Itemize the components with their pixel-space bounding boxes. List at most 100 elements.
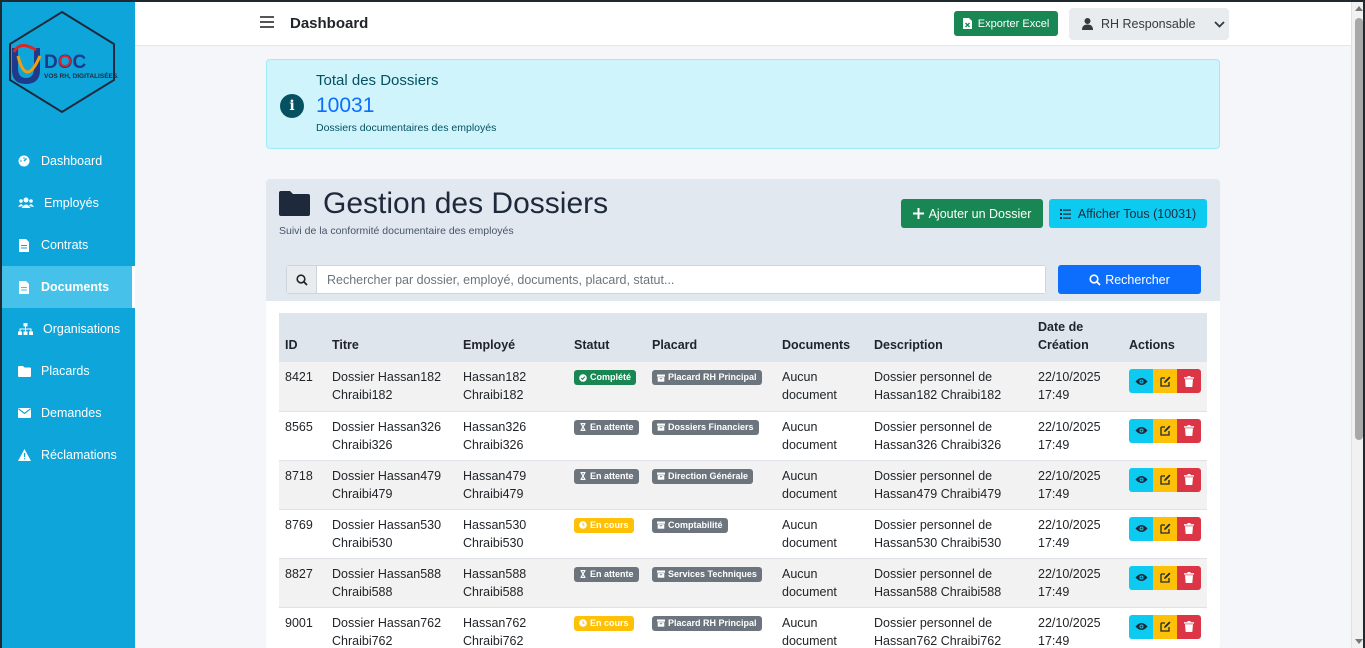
add-dossier-button[interactable]: Ajouter un Dossier xyxy=(901,199,1043,228)
cell-description: Dossier personnel de Hassan479 Chraibi47… xyxy=(868,460,1032,510)
edit-button[interactable] xyxy=(1153,516,1177,541)
show-all-button[interactable]: Afficher Tous (10031) xyxy=(1049,199,1207,228)
card-header: Gestion des Dossiers Suivi de la conform… xyxy=(266,179,1220,301)
export-excel-button[interactable]: Exporter Excel xyxy=(954,11,1058,36)
column-header-employe[interactable]: Employé xyxy=(457,313,568,362)
trash-icon xyxy=(1184,474,1194,485)
edit-button[interactable] xyxy=(1153,467,1177,492)
placard-badge: Placard RH Principal xyxy=(652,615,762,631)
dossiers-table: ID Titre Employé Statut Placard Document… xyxy=(279,313,1207,648)
archive-icon xyxy=(657,374,665,382)
placard-label: Direction Générale xyxy=(668,470,749,481)
page-scrollbar[interactable] xyxy=(1351,2,1365,648)
scroll-up-arrow-icon[interactable] xyxy=(1355,6,1363,11)
envelope-icon xyxy=(17,406,31,420)
delete-button[interactable] xyxy=(1177,614,1201,639)
cell-date-creation: 22/10/2025 17:49 xyxy=(1032,460,1123,510)
sidebar-item-contrats[interactable]: Contrats xyxy=(0,224,135,266)
view-button[interactable] xyxy=(1129,418,1153,443)
column-header-description[interactable]: Description xyxy=(868,313,1032,362)
edit-button[interactable] xyxy=(1153,614,1177,639)
sidebar-item-placards[interactable]: Placards xyxy=(0,350,135,392)
archive-icon xyxy=(657,619,665,627)
cell-placard: Dossiers Financiers xyxy=(646,411,776,461)
cell-id: 8565 xyxy=(279,411,326,461)
eye-icon xyxy=(1135,377,1147,385)
edit-icon xyxy=(1159,474,1170,485)
cell-documents: Aucun document xyxy=(776,509,868,559)
table-row[interactable]: 8827 Dossier Hassan588 Chraibi588 Hassan58… xyxy=(279,558,1207,608)
delete-button[interactable] xyxy=(1177,516,1201,541)
cell-actions xyxy=(1123,607,1207,648)
total-dossiers-count: 10031 xyxy=(316,94,375,117)
archive-icon xyxy=(657,521,665,529)
cell-placard: Placard RH Principal xyxy=(646,362,776,412)
action-group xyxy=(1129,369,1201,393)
status-success-icon xyxy=(579,373,587,382)
scroll-down-arrow-icon[interactable] xyxy=(1355,639,1363,644)
cell-id: 8718 xyxy=(279,460,326,510)
view-button[interactable] xyxy=(1129,565,1153,590)
delete-button[interactable] xyxy=(1177,418,1201,443)
hamburger-menu-icon[interactable] xyxy=(260,16,274,28)
cell-employe: Hassan479 Chraibi479 xyxy=(457,460,568,510)
scrollbar-thumb[interactable] xyxy=(1355,18,1363,440)
column-header-placard[interactable]: Placard xyxy=(646,313,776,362)
logo-tagline: VOS RH, DIGITALISÉES. xyxy=(44,71,118,80)
edit-icon xyxy=(1159,376,1170,387)
table-row[interactable]: 9001 Dossier Hassan762 Chraibi762 Hassan76… xyxy=(279,607,1207,648)
eye-icon xyxy=(1135,525,1147,532)
sidebar-nav: Dashboard Employés Contrats Documents Or… xyxy=(0,140,135,476)
cell-titre: Dossier Hassan530 Chraibi530 xyxy=(326,509,457,559)
export-excel-label: Exporter Excel xyxy=(977,17,1050,30)
sitemap-icon xyxy=(17,322,33,336)
cell-documents: Aucun document xyxy=(776,460,868,510)
column-header-date-creation[interactable]: Date de Création xyxy=(1032,313,1123,362)
placard-badge: Direction Générale xyxy=(652,468,754,484)
sidebar-item-demandes[interactable]: Demandes xyxy=(0,392,135,434)
status-badge: En cours xyxy=(574,517,634,533)
search-button[interactable]: Rechercher xyxy=(1058,265,1201,294)
view-button[interactable] xyxy=(1129,369,1153,393)
sidebar-item-organisations[interactable]: Organisations xyxy=(0,308,135,350)
cell-id: 8421 xyxy=(279,362,326,412)
column-header-statut[interactable]: Statut xyxy=(568,313,646,362)
status-label: En attente xyxy=(590,421,634,432)
column-header-id[interactable]: ID xyxy=(279,313,326,362)
sidebar: DOC VOS RH, DIGITALISÉES. Dashboard Empl… xyxy=(0,0,135,648)
cell-description: Dossier personnel de Hassan762 Chraibi76… xyxy=(868,607,1032,648)
edit-button[interactable] xyxy=(1153,565,1177,590)
sidebar-item-reclamations[interactable]: Réclamations xyxy=(0,434,135,476)
edit-button[interactable] xyxy=(1153,369,1177,393)
placard-badge: Dossiers Financiers xyxy=(652,419,759,435)
delete-button[interactable] xyxy=(1177,369,1201,393)
table-row[interactable]: 8421 Dossier Hassan182 Chraibi182 Hassan18… xyxy=(279,362,1207,412)
delete-button[interactable] xyxy=(1177,467,1201,492)
brand-logo[interactable]: DOC VOS RH, DIGITALISÉES. xyxy=(6,10,118,116)
placard-label: Services Techniques xyxy=(668,568,757,579)
card-subtitle: Suivi de la conformité documentaire des … xyxy=(279,225,514,237)
sidebar-item-dashboard[interactable]: Dashboard xyxy=(0,140,135,182)
cell-id: 9001 xyxy=(279,607,326,648)
trash-icon xyxy=(1184,621,1194,632)
sidebar-item-label: Organisations xyxy=(43,322,121,336)
search-input[interactable] xyxy=(317,266,1045,293)
placard-label: Comptabilité xyxy=(668,519,723,530)
edit-button[interactable] xyxy=(1153,418,1177,443)
sidebar-item-documents[interactable]: Documents xyxy=(0,266,135,308)
view-button[interactable] xyxy=(1129,614,1153,639)
table-row[interactable]: 8718 Dossier Hassan479 Chraibi479 Hassan47… xyxy=(279,460,1207,510)
column-header-titre[interactable]: Titre xyxy=(326,313,457,362)
plus-icon xyxy=(912,208,924,219)
user-menu-dropdown[interactable]: RH Responsable xyxy=(1069,8,1229,40)
status-badge: En cours xyxy=(574,615,634,631)
table-row[interactable]: 8565 Dossier Hassan326 Chraibi326 Hassan32… xyxy=(279,411,1207,461)
delete-button[interactable] xyxy=(1177,565,1201,590)
table-row[interactable]: 8769 Dossier Hassan530 Chraibi530 Hassan53… xyxy=(279,509,1207,559)
cell-statut: En attente xyxy=(568,411,646,461)
view-button[interactable] xyxy=(1129,516,1153,541)
add-dossier-label: Ajouter un Dossier xyxy=(928,206,1032,221)
column-header-documents[interactable]: Documents xyxy=(776,313,868,362)
view-button[interactable] xyxy=(1129,467,1153,492)
sidebar-item-employes[interactable]: Employés xyxy=(0,182,135,224)
